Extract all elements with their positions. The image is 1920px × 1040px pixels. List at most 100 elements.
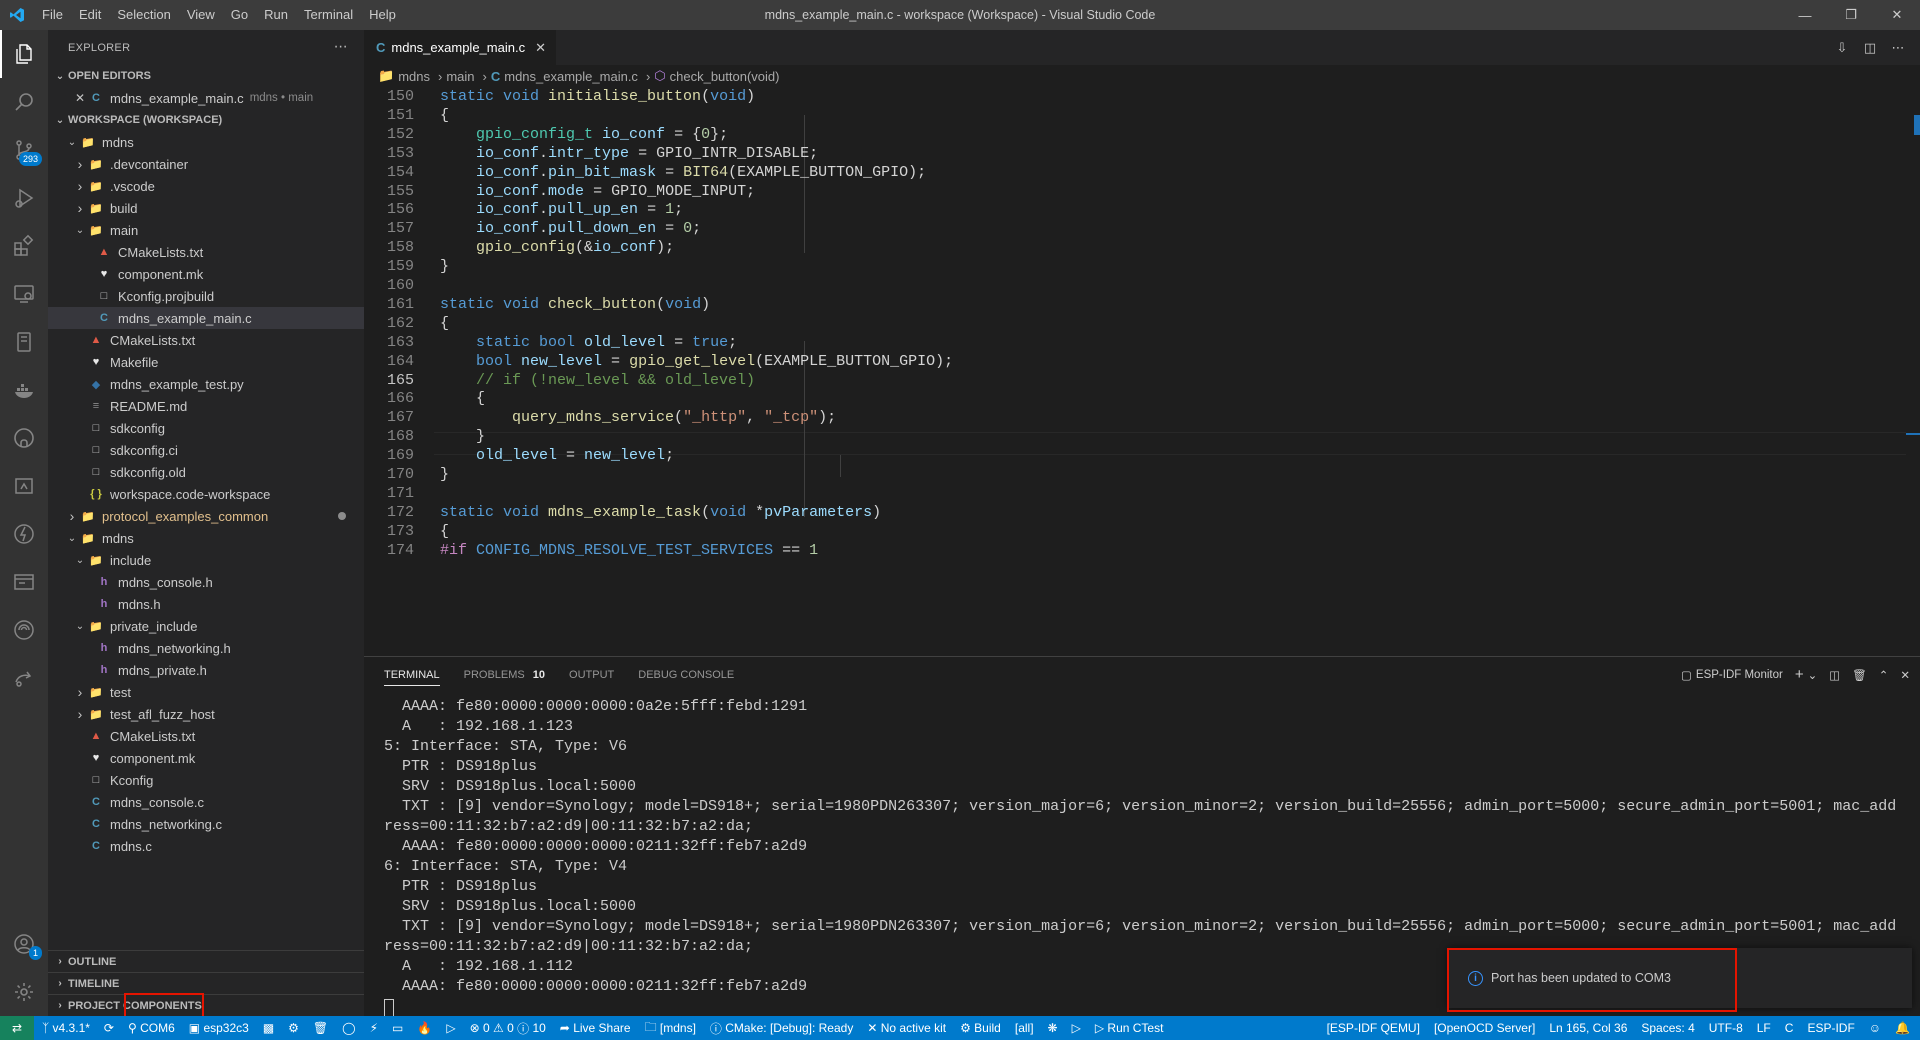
breadcrumb-item[interactable]: mdns_example_main.c xyxy=(504,69,638,84)
live-share-icon[interactable] xyxy=(0,654,48,702)
restore-icon[interactable]: ❐ xyxy=(1828,0,1874,30)
build-status[interactable]: ⚙ Build xyxy=(960,1021,1001,1035)
tree-item[interactable]: ≡ README.md xyxy=(48,395,364,417)
remote-explorer-icon[interactable] xyxy=(0,270,48,318)
close-editor-icon[interactable]: ✕ xyxy=(72,91,88,105)
tree-item[interactable]: › 📁 .vscode xyxy=(48,175,364,197)
terminal-icon[interactable]: ▷ xyxy=(446,1021,455,1035)
source-control-icon[interactable]: 293 xyxy=(0,126,48,174)
chevron-right-icon[interactable]: › xyxy=(72,200,88,216)
chevron-down-icon[interactable]: ⌄ xyxy=(72,555,88,566)
project-status[interactable]: 🗀 [mdns] xyxy=(645,1018,696,1039)
tree-item[interactable]: › 📁 build xyxy=(48,197,364,219)
account-icon[interactable]: 1 xyxy=(0,920,48,968)
target-status[interactable]: ▣ esp32c3 xyxy=(189,1021,249,1035)
tree-item[interactable]: ▲ CMakeLists.txt xyxy=(48,329,364,351)
split-terminal-icon[interactable]: ◫ xyxy=(1829,668,1840,682)
flash-icon[interactable]: ⚡ xyxy=(370,1021,378,1035)
open-editors-section[interactable]: ⌄ OPEN EDITORS xyxy=(48,65,364,87)
tree-item[interactable]: □ Kconfig.projbuild xyxy=(48,285,364,307)
breadcrumb-item[interactable]: mdns xyxy=(398,69,430,84)
tree-item[interactable]: Cmdns_networking.c xyxy=(48,813,364,835)
docker-icon[interactable] xyxy=(0,366,48,414)
chevron-right-icon[interactable]: › xyxy=(72,706,88,722)
chevron-down-icon[interactable]: ⌄ xyxy=(64,533,80,544)
tab-terminal[interactable]: TERMINAL xyxy=(384,657,440,692)
tree-item[interactable]: h mdns_networking.h xyxy=(48,637,364,659)
editor-tab[interactable]: C mdns_example_main.c ✕ xyxy=(364,30,556,65)
breadcrumb-item[interactable]: main xyxy=(446,69,474,84)
tree-item[interactable]: ⌄ 📁 main xyxy=(48,219,364,241)
espidf-icon[interactable] xyxy=(0,510,48,558)
tree-item[interactable]: › 📁 test_afl_fuzz_host xyxy=(48,703,364,725)
cursor-position[interactable]: Ln 165, Col 36 xyxy=(1549,1021,1627,1035)
chevron-right-icon[interactable]: › xyxy=(72,178,88,194)
tree-item[interactable]: › 📁 protocol_examples_common xyxy=(48,505,364,527)
menu-file[interactable]: File xyxy=(34,0,71,30)
tree-item[interactable]: ♥ Makefile xyxy=(48,351,364,373)
menu-selection[interactable]: Selection xyxy=(109,0,178,30)
close-panel-icon[interactable]: ✕ xyxy=(1900,668,1910,682)
port-status[interactable]: ⚲ COM6 xyxy=(128,1021,175,1035)
open-editor-item[interactable]: ✕ C mdns_example_main.c mdns • main xyxy=(48,87,364,109)
explorer-icon[interactable] xyxy=(0,30,48,78)
new-terminal-icon[interactable]: + xyxy=(1795,666,1804,683)
menu-view[interactable]: View xyxy=(179,0,223,30)
notifications-bell-icon[interactable]: 🔔 xyxy=(1895,1021,1910,1035)
tab-output[interactable]: OUTPUT xyxy=(569,657,614,692)
problems-status[interactable]: ⊗ 0 ⚠ 0 ⓘ 10 xyxy=(470,1020,546,1037)
editor-scrollbar[interactable] xyxy=(1906,87,1920,656)
menu-help[interactable]: Help xyxy=(361,0,404,30)
monitor-icon[interactable]: ▭ xyxy=(392,1021,403,1035)
build-cylinder-icon[interactable]: ◯ xyxy=(342,1021,355,1035)
tree-item[interactable]: h mdns_console.h xyxy=(48,571,364,593)
tree-item[interactable]: ▲ CMakeLists.txt xyxy=(48,241,364,263)
menu-go[interactable]: Go xyxy=(223,0,256,30)
outline-section[interactable]: › OUTLINE xyxy=(48,950,364,972)
tree-item[interactable]: Cmdns_example_main.c xyxy=(48,307,364,329)
close-window-icon[interactable]: ✕ xyxy=(1874,0,1920,30)
tree-item[interactable]: ◆ mdns_example_test.py xyxy=(48,373,364,395)
kit-status[interactable]: ✕ No active kit xyxy=(867,1021,946,1035)
language-mode[interactable]: C xyxy=(1785,1021,1794,1035)
espidf-status[interactable]: ESP-IDF xyxy=(1807,1021,1854,1035)
end-of-line[interactable]: LF xyxy=(1757,1021,1771,1035)
tree-item[interactable]: ⌄ 📁 include xyxy=(48,549,364,571)
encoding[interactable]: UTF-8 xyxy=(1709,1021,1743,1035)
chevron-right-icon[interactable]: › xyxy=(64,508,80,524)
close-tab-icon[interactable]: ✕ xyxy=(535,40,546,56)
menuconfig-gear-icon[interactable]: ⚙ xyxy=(288,1021,299,1035)
wifi-icon[interactable] xyxy=(0,606,48,654)
indentation[interactable]: Spaces: 4 xyxy=(1641,1021,1694,1035)
tree-item[interactable]: ▲ CMakeLists.txt xyxy=(48,725,364,747)
live-share-status[interactable]: ➦ Live Share xyxy=(560,1021,631,1035)
sdkconfig-icon[interactable]: ▩ xyxy=(263,1021,274,1035)
remote-indicator-icon[interactable]: ⇄ xyxy=(0,1016,34,1040)
tree-item[interactable]: ⌄ 📁 mdns xyxy=(48,131,364,153)
remote-window-icon[interactable] xyxy=(0,462,48,510)
feedback-icon[interactable]: ☺ xyxy=(1869,1021,1881,1035)
menu-edit[interactable]: Edit xyxy=(71,0,109,30)
trash-icon[interactable]: 🗑 xyxy=(1852,668,1867,682)
tree-item[interactable]: Cmdns_console.c xyxy=(48,791,364,813)
chevron-down-icon[interactable]: ⌄ xyxy=(64,137,80,148)
chevron-right-icon[interactable]: › xyxy=(72,684,88,700)
tree-item[interactable]: □ sdkconfig.ci xyxy=(48,439,364,461)
more-actions-icon[interactable]: ⋯ xyxy=(334,38,348,55)
tree-item[interactable]: ⌄ 📁 private_include xyxy=(48,615,364,637)
code-editor[interactable]: 150 static void initialise_button(void) 15… xyxy=(364,87,1920,656)
chevron-right-icon[interactable]: › xyxy=(72,156,88,172)
timeline-section[interactable]: › TIMELINE xyxy=(48,972,364,994)
chevron-down-icon[interactable]: ⌄ xyxy=(1808,668,1818,682)
tree-item[interactable]: ♥ component.mk xyxy=(48,263,364,285)
project-components-section[interactable]: › PROJECT COMPONENTS xyxy=(48,994,364,1016)
tree-item[interactable]: □ sdkconfig.old xyxy=(48,461,364,483)
tree-item[interactable]: { } workspace.code-workspace xyxy=(48,483,364,505)
menu-terminal[interactable]: Terminal xyxy=(296,0,361,30)
testing-icon[interactable] xyxy=(0,318,48,366)
tree-item[interactable]: ♥ component.mk xyxy=(48,747,364,769)
tree-item[interactable]: □ sdkconfig xyxy=(48,417,364,439)
tab-debug-console[interactable]: DEBUG CONSOLE xyxy=(638,657,734,692)
tree-item[interactable]: › 📁 test xyxy=(48,681,364,703)
github-icon[interactable] xyxy=(0,414,48,462)
